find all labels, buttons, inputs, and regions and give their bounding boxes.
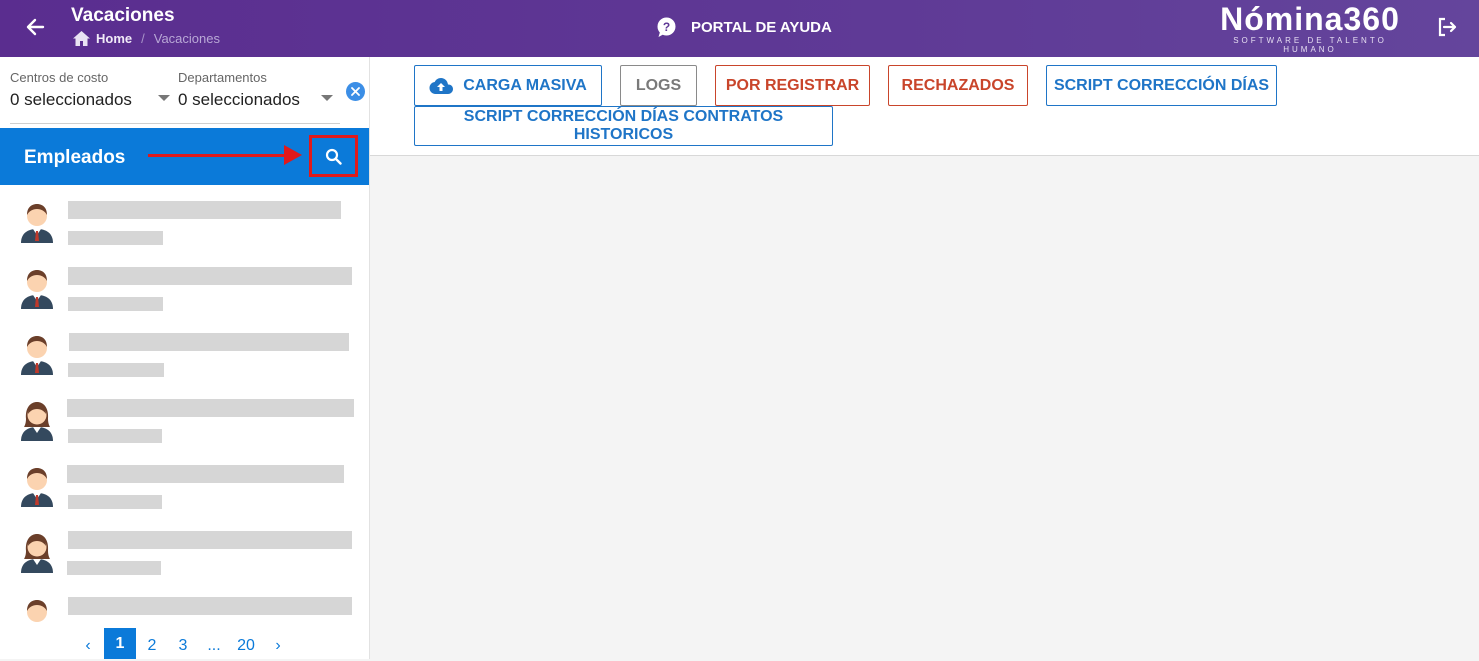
- employee-search-button[interactable]: [309, 135, 358, 177]
- search-icon: [325, 148, 342, 165]
- cost-center-caret-icon[interactable]: [158, 95, 170, 101]
- pagination-ellipsis: ...: [207, 637, 221, 654]
- carga-masiva-label: CARGA MASIVA: [463, 76, 587, 94]
- brand-logo: Nómina360 SOFTWARE DE TALENTO HUMANO: [1208, 2, 1412, 54]
- brand-name: Nómina360: [1220, 1, 1400, 37]
- male-avatar-icon: [21, 204, 53, 243]
- employee-detail-placeholder: [68, 495, 162, 509]
- action-toolbar: CARGA MASIVA LOGS POR REGISTRAR RECHAZAD…: [370, 57, 1479, 156]
- pagination-page-20[interactable]: 20: [232, 631, 260, 661]
- svg-text:?: ?: [663, 20, 670, 34]
- script-correccion-dias-button[interactable]: SCRIPT CORRECCIÓN DÍAS: [1046, 65, 1277, 106]
- employees-title: Empleados: [24, 147, 126, 168]
- help-portal-label: PORTAL DE AYUDA: [691, 19, 832, 36]
- annotation-arrow-line: [148, 154, 288, 157]
- arrow-left-icon: [26, 18, 45, 36]
- por-registrar-button[interactable]: POR REGISTRAR: [715, 65, 870, 106]
- breadcrumb-separator: /: [141, 31, 145, 46]
- cost-center-filter[interactable]: Centros de costo 0 seleccionados: [10, 70, 132, 110]
- employee-name-placeholder: [67, 399, 354, 417]
- carga-masiva-button[interactable]: CARGA MASIVA: [414, 65, 602, 106]
- employee-list-item[interactable]: [0, 317, 369, 383]
- department-filter[interactable]: Departamentos 0 seleccionados: [178, 70, 300, 110]
- male-avatar-icon: [21, 468, 53, 507]
- top-bar: Vacaciones Home / Vacaciones ? PORTAL DE…: [0, 0, 1479, 57]
- female-avatar-icon: [21, 534, 53, 573]
- department-caret-icon[interactable]: [321, 95, 333, 101]
- employee-list-item[interactable]: [0, 515, 369, 581]
- help-circle-icon: ?: [657, 17, 676, 37]
- breadcrumb: Home / Vacaciones: [73, 31, 220, 46]
- employees-header: Empleados: [0, 128, 369, 185]
- brand-tagline: SOFTWARE DE TALENTO HUMANO: [1233, 36, 1387, 54]
- employee-name-placeholder: [69, 333, 349, 351]
- employee-list-item[interactable]: [0, 383, 369, 449]
- home-icon: [73, 31, 90, 46]
- rechazados-button[interactable]: RECHAZADOS: [888, 65, 1028, 106]
- employee-name-placeholder: [68, 597, 352, 615]
- cloud-upload-icon: [429, 77, 454, 94]
- back-button[interactable]: [22, 14, 48, 40]
- employee-list-item[interactable]: [0, 449, 369, 515]
- employee-list-item[interactable]: [0, 581, 369, 625]
- sidebar: Centros de costo 0 seleccionados Departa…: [0, 57, 370, 659]
- employee-name-placeholder: [68, 267, 352, 285]
- department-value: 0 seleccionados: [178, 90, 300, 109]
- employee-list-item[interactable]: [0, 251, 369, 317]
- male-avatar-icon: [27, 600, 47, 622]
- help-portal-link[interactable]: ? PORTAL DE AYUDA: [656, 17, 832, 38]
- employee-list-item[interactable]: [0, 185, 369, 251]
- employee-name-placeholder: [68, 201, 341, 219]
- logout-button[interactable]: [1436, 16, 1458, 38]
- logout-icon: [1438, 17, 1457, 37]
- filter-divider: [10, 123, 340, 124]
- employee-detail-placeholder: [68, 297, 163, 311]
- department-label: Departamentos: [178, 70, 267, 85]
- breadcrumb-current: Vacaciones: [153, 31, 220, 46]
- cost-center-value: 0 seleccionados: [10, 90, 132, 109]
- employee-detail-placeholder: [68, 231, 163, 245]
- employee-detail-placeholder: [67, 561, 161, 575]
- employee-name-placeholder: [67, 465, 344, 483]
- script-correccion-historicos-button[interactable]: SCRIPT CORRECCIÓN DÍAS CONTRATOS HISTORI…: [414, 106, 833, 146]
- logs-button[interactable]: LOGS: [620, 65, 697, 106]
- employee-detail-placeholder: [68, 363, 164, 377]
- female-avatar-icon: [21, 402, 53, 441]
- page-title: Vacaciones: [71, 5, 175, 26]
- employee-detail-placeholder: [68, 429, 162, 443]
- employee-name-placeholder: [68, 531, 352, 549]
- pagination-page-1[interactable]: 1: [104, 628, 136, 659]
- clear-filters-button[interactable]: [346, 82, 365, 101]
- cost-center-label: Centros de costo: [10, 70, 109, 85]
- breadcrumb-home-link[interactable]: Home: [96, 31, 132, 46]
- pagination-prev-button[interactable]: ‹: [78, 631, 98, 661]
- male-avatar-icon: [21, 336, 53, 375]
- pagination-page-3[interactable]: 3: [171, 631, 195, 661]
- employee-pagination: ‹ 1 2 3 ... 20 ›: [0, 625, 369, 659]
- employee-list: [0, 185, 369, 625]
- clear-circle-icon: [351, 87, 360, 96]
- main-content-area: [370, 156, 1479, 659]
- pagination-next-button[interactable]: ›: [268, 631, 288, 661]
- pagination-page-2[interactable]: 2: [140, 631, 164, 661]
- annotation-arrow-head: [284, 145, 302, 165]
- male-avatar-icon: [21, 270, 53, 309]
